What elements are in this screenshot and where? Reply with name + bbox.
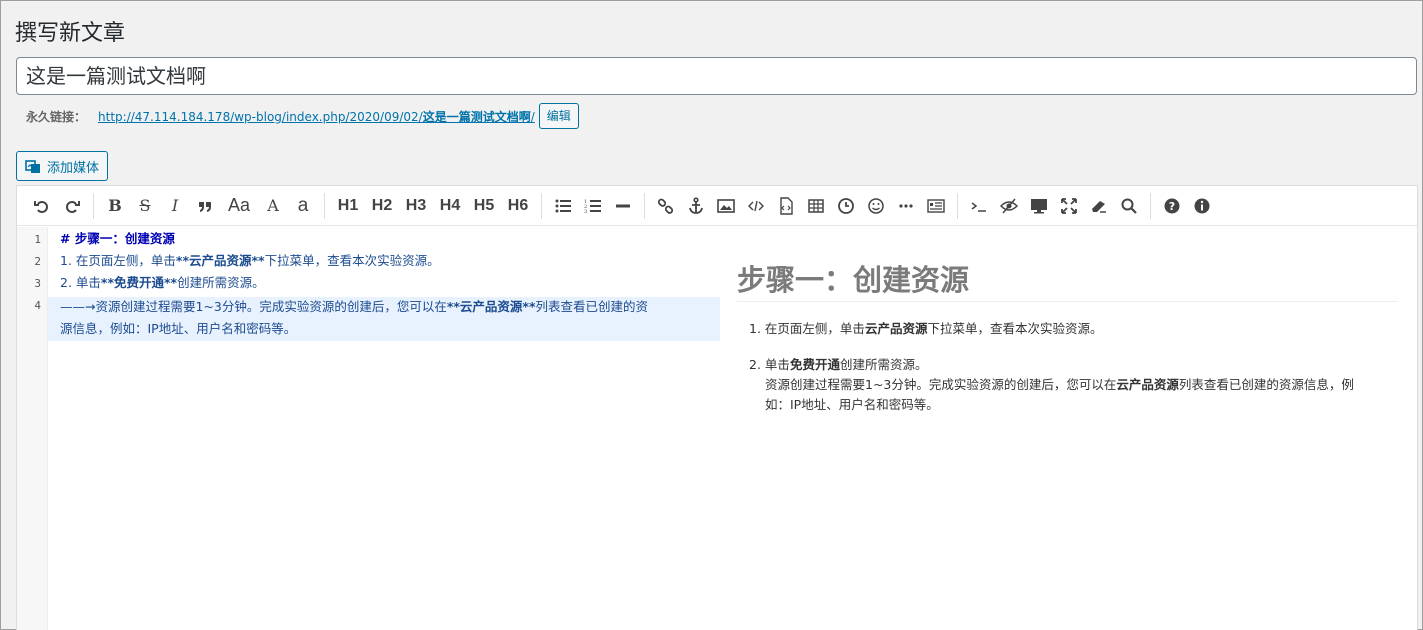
help-icon[interactable]: ?: [1157, 191, 1187, 221]
line-number: 1: [34, 233, 41, 246]
code-icon[interactable]: [741, 191, 771, 221]
page-title: 撰写新文章: [15, 21, 126, 46]
more-icon[interactable]: [891, 191, 921, 221]
preview-bold-text: 云产品资源: [864, 321, 928, 336]
lowercase-button[interactable]: a: [288, 191, 318, 221]
toolbar-divider: [541, 192, 542, 219]
italic-button[interactable]: I: [160, 191, 190, 221]
heading-h5-button[interactable]: H5: [467, 191, 501, 221]
table-icon[interactable]: [801, 191, 831, 221]
terminal-icon[interactable]: [964, 191, 994, 221]
code-bold-text: **云产品资源**: [446, 299, 536, 314]
preview-list-continuation: 如：IP地址、用户名和密码等。: [765, 395, 939, 415]
preview-text: 资源创建过程需要1~3分钟。完成实验资源的创建后，您可以在: [765, 377, 1117, 392]
markdown-editor: B S I Aa A a H1 H2 H3 H4 H5 H6 123 ? 1 2…: [16, 185, 1418, 630]
code-text: # 步骤一：创建资源: [60, 231, 175, 246]
preview-bold-text: 云产品资源: [1116, 377, 1179, 392]
preview-text: 单击: [764, 357, 790, 372]
code-line: ——→资源创建过程需要1~3分钟。完成实验资源的创建后，您可以在**云产品资源*…: [60, 296, 648, 318]
preview-list-continuation: 资源创建过程需要1~3分钟。完成实验资源的创建后，您可以在云产品资源列表查看已创…: [765, 375, 1354, 395]
code-line: # 步骤一：创建资源: [60, 228, 175, 250]
add-media-label: 添加媒体: [47, 160, 100, 176]
preview-heading-rule: [737, 301, 1398, 302]
code-text: 源信息，例如：IP地址、用户名和密码等。: [60, 321, 297, 336]
preview-bold-text: 免费开通: [789, 357, 840, 372]
svg-text:3: 3: [584, 209, 587, 215]
permalink-bar: 永久链接： http://47.114.184.178/wp-blog/inde…: [26, 103, 579, 129]
toolbar-divider: [1150, 192, 1151, 219]
line-number: 2: [34, 255, 41, 268]
permalink-slug: 这是一篇测试文档啊: [422, 109, 531, 124]
preview-text: 下拉菜单，查看本次实验资源。: [927, 321, 1103, 336]
code-block-icon[interactable]: [771, 191, 801, 221]
preview-list-item: 1. 在页面左侧，单击云产品资源下拉菜单，查看本次实验资源。: [749, 319, 1102, 339]
emoji-icon[interactable]: [861, 191, 891, 221]
quote-icon[interactable]: [190, 191, 220, 221]
code-bold-text: **云产品资源**: [175, 253, 265, 268]
permalink-url-suffix: /: [530, 109, 535, 124]
code-bold-text: **免费开通**: [100, 275, 178, 290]
code-text: ——→资源创建过程需要1~3分钟。完成实验资源的创建后，您可以在: [60, 299, 447, 314]
preview-text: 如：IP地址、用户名和密码等。: [765, 397, 939, 412]
permalink-label: 永久链接：: [26, 109, 87, 124]
permalink-edit-button[interactable]: 编辑: [538, 103, 579, 129]
code-text: 下拉菜单，查看本次实验资源。: [264, 253, 440, 268]
info-icon[interactable]: [1187, 191, 1217, 221]
link-icon[interactable]: [651, 191, 681, 221]
toc-icon[interactable]: [921, 191, 951, 221]
bold-button[interactable]: B: [100, 191, 130, 221]
toolbar-divider: [324, 192, 325, 219]
toggle-preview-icon[interactable]: [994, 191, 1024, 221]
code-text: 1. 在页面左侧，单击: [60, 253, 176, 268]
line-number: 3: [34, 277, 41, 290]
code-text: 列表查看已创建的资: [535, 299, 649, 314]
strikethrough-button[interactable]: S: [130, 191, 160, 221]
code-text: 创建所需资源。: [177, 275, 265, 290]
fullscreen-icon[interactable]: [1054, 191, 1084, 221]
toolbar-divider: [957, 192, 958, 219]
code-line-wrapped: 源信息，例如：IP地址、用户名和密码等。: [60, 318, 296, 340]
toolbar-divider: [644, 192, 645, 219]
markdown-preview-pane: 步骤一：创建资源 1. 在页面左侧，单击云产品资源下拉菜单，查看本次实验资源。 …: [737, 227, 1398, 630]
svg-text:?: ?: [1169, 200, 1175, 213]
heading-h4-button[interactable]: H4: [433, 191, 467, 221]
preview-list-number: 2.: [749, 357, 761, 372]
heading-h3-button[interactable]: H3: [399, 191, 433, 221]
anchor-icon[interactable]: [681, 191, 711, 221]
monitor-icon[interactable]: [1024, 191, 1054, 221]
horizontal-rule-icon[interactable]: [608, 191, 638, 221]
code-line: 2. 单击**免费开通**创建所需资源。: [60, 272, 265, 294]
line-number: 4: [34, 299, 41, 312]
clock-icon[interactable]: [831, 191, 861, 221]
preview-list-item: 2. 单击免费开通创建所需资源。: [749, 355, 927, 375]
post-title-input[interactable]: 这是一篇测试文档啊: [16, 57, 1417, 95]
redo-icon[interactable]: [57, 191, 87, 221]
preview-text: 创建所需资源。: [839, 357, 928, 372]
editor-toolbar: B S I Aa A a H1 H2 H3 H4 H5 H6 123 ?: [17, 186, 1417, 226]
undo-icon[interactable]: [27, 191, 57, 221]
unordered-list-icon[interactable]: [548, 191, 578, 221]
add-media-button[interactable]: 添加媒体: [16, 151, 109, 181]
preview-list-number: 1.: [749, 321, 761, 336]
image-icon[interactable]: [711, 191, 741, 221]
media-icon: [25, 158, 41, 174]
eraser-icon[interactable]: [1084, 191, 1114, 221]
permalink-link[interactable]: http://47.114.184.178/wp-blog/index.php/…: [98, 108, 535, 125]
toolbar-divider: [93, 192, 94, 219]
heading-h2-button[interactable]: H2: [365, 191, 399, 221]
permalink-url-prefix: http://47.114.184.178/wp-blog/index.php/…: [98, 109, 423, 124]
markdown-source-pane[interactable]: # 步骤一：创建资源 1. 在页面左侧，单击**云产品资源**下拉菜单，查看本次…: [48, 227, 720, 630]
preview-text: 列表查看已创建的资源信息，例: [1178, 377, 1354, 392]
uppercase-button[interactable]: Aa: [220, 191, 258, 221]
code-line: 1. 在页面左侧，单击**云产品资源**下拉菜单，查看本次实验资源。: [60, 250, 440, 272]
ordered-list-icon[interactable]: 123: [578, 191, 608, 221]
code-text: 2. 单击: [60, 275, 101, 290]
preview-heading: 步骤一：创建资源: [737, 263, 970, 297]
line-number-gutter: 1 2 3 4: [17, 227, 48, 630]
capitalize-button[interactable]: A: [258, 191, 288, 221]
heading-h6-button[interactable]: H6: [501, 191, 535, 221]
preview-text: 在页面左侧，单击: [764, 321, 865, 336]
search-icon[interactable]: [1114, 191, 1144, 221]
heading-h1-button[interactable]: H1: [331, 191, 365, 221]
